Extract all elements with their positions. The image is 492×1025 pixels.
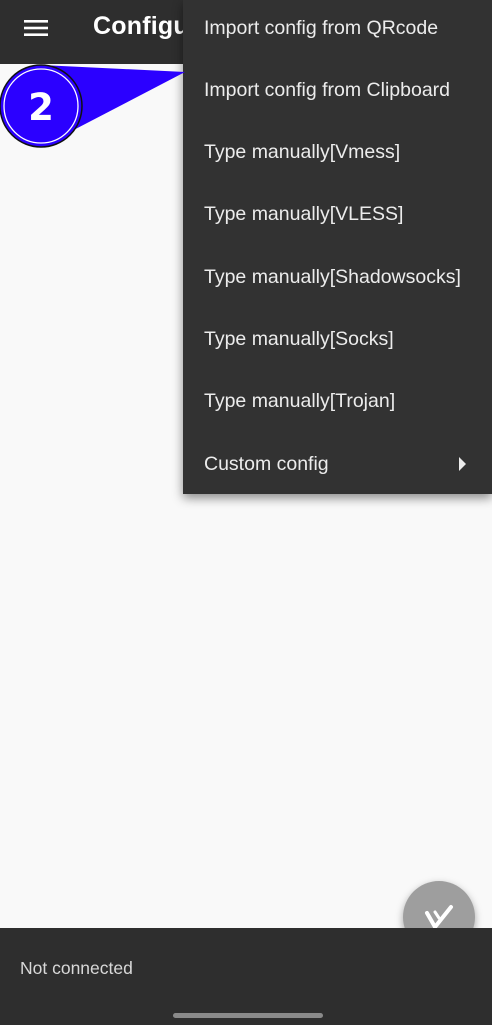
gesture-handle[interactable] bbox=[173, 1013, 323, 1018]
chevron-right-icon bbox=[459, 457, 466, 471]
menu-item-label: Type manually[Socks] bbox=[204, 327, 394, 350]
menu-item-type-trojan[interactable]: Type manually[Trojan] bbox=[183, 370, 492, 432]
menu-item-type-socks[interactable]: Type manually[Socks] bbox=[183, 308, 492, 370]
menu-item-type-shadowsocks[interactable]: Type manually[Shadowsocks] bbox=[183, 246, 492, 308]
step-annotation: 2 bbox=[0, 64, 185, 148]
menu-item-label: Import config from Clipboard bbox=[204, 78, 451, 101]
menu-item-label: Type manually[VLESS] bbox=[204, 202, 404, 225]
status-bar[interactable]: Not connected bbox=[0, 928, 492, 1025]
menu-item-import-clipboard[interactable]: Import config from Clipboard bbox=[183, 59, 492, 121]
menu-item-label: Custom config bbox=[204, 452, 329, 475]
menu-item-label: Type manually[Vmess] bbox=[204, 140, 401, 163]
menu-item-type-vless[interactable]: Type manually[VLESS] bbox=[183, 183, 492, 245]
v-logo-icon bbox=[425, 905, 453, 929]
menu-item-type-vmess[interactable]: Type manually[Vmess] bbox=[183, 121, 492, 183]
add-config-menu: Import config from QRcode Import config … bbox=[183, 0, 492, 494]
menu-item-label: Import config from QRcode bbox=[204, 16, 439, 39]
menu-item-import-qrcode[interactable]: Import config from QRcode bbox=[183, 0, 492, 59]
menu-item-custom-config[interactable]: Custom config bbox=[183, 433, 492, 495]
menu-item-label: Type manually[Trojan] bbox=[204, 389, 396, 412]
menu-item-label: Type manually[Shadowsocks] bbox=[204, 265, 461, 288]
annotation-step-number: 2 bbox=[28, 86, 54, 129]
connection-status: Not connected bbox=[20, 958, 133, 978]
